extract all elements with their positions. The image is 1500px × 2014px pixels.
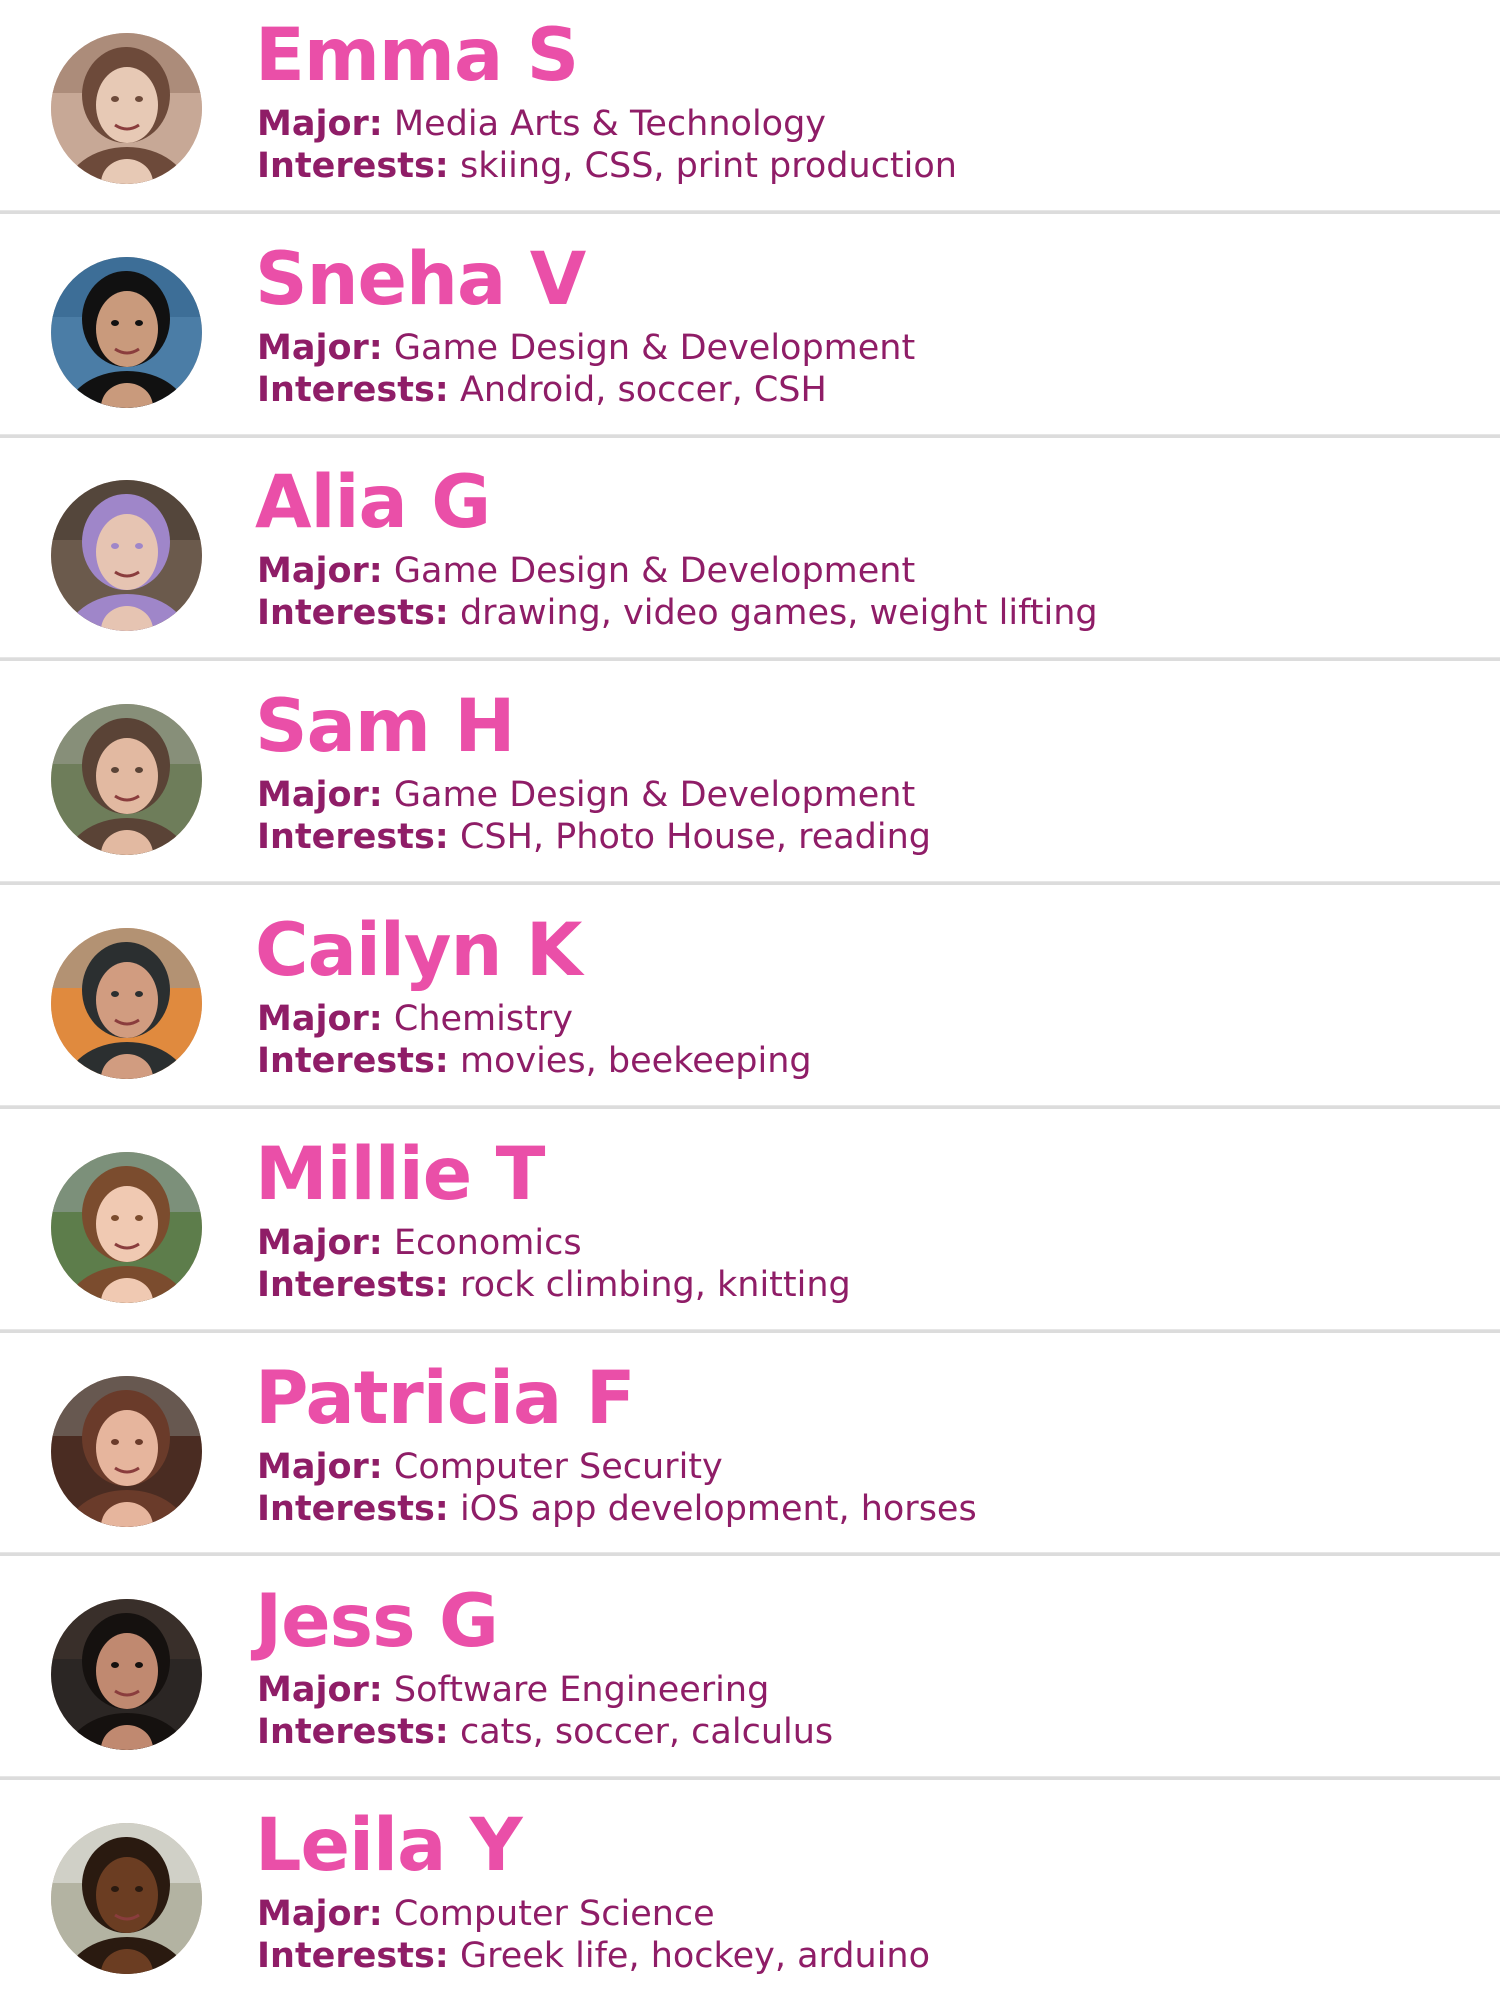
- interests-value: skiing, CSS, print production: [459, 146, 957, 186]
- member-major: Major: Media Arts & Technology: [257, 103, 826, 145]
- interests-label: Interests:: [257, 1489, 449, 1529]
- member-card: Millie T Major: Economics Interests: rock …: [0, 1119, 1500, 1343]
- member-major: Major: Game Design & Development: [257, 327, 915, 369]
- major-label: Major:: [257, 328, 383, 368]
- member-name: Alia G: [255, 460, 491, 545]
- member-card: Emma S Major: Media Arts & Technology Inte…: [0, 0, 1500, 224]
- member-interests: Interests: iOS app development, horses: [257, 1488, 977, 1530]
- member-name: Patricia F: [255, 1356, 636, 1441]
- member-interests: Interests: drawing, video games, weight …: [257, 592, 1098, 634]
- member-name: Leila Y: [255, 1803, 523, 1888]
- member-name: Sam H: [255, 684, 515, 769]
- interests-label: Interests:: [257, 146, 449, 186]
- member-card: Alia G Major: Game Design & Development In…: [0, 447, 1500, 671]
- portrait-photo-icon: [51, 1823, 202, 1974]
- member-card: Patricia F Major: Computer Security Intere…: [0, 1343, 1500, 1567]
- avatar: [51, 1823, 202, 1974]
- interests-value: Android, soccer, CSH: [459, 370, 827, 410]
- major-value: Software Engineering: [393, 1670, 770, 1710]
- member-card: Jess G Major: Software Engineering Interes…: [0, 1566, 1500, 1790]
- row-divider: [0, 434, 1500, 438]
- portrait-photo-icon: [51, 1599, 202, 1750]
- avatar: [51, 257, 202, 408]
- major-label: Major:: [257, 1447, 383, 1487]
- interests-label: Interests:: [257, 1265, 449, 1305]
- interests-value: Greek life, hockey, arduino: [459, 1936, 931, 1976]
- member-name: Sneha V: [255, 237, 586, 322]
- member-major: Major: Software Engineering: [257, 1669, 769, 1711]
- major-label: Major:: [257, 551, 383, 591]
- member-roster: Emma S Major: Media Arts & Technology Inte…: [0, 0, 1500, 1996]
- portrait-photo-icon: [51, 480, 202, 631]
- interests-value: cats, soccer, calculus: [459, 1712, 834, 1752]
- row-divider: [0, 881, 1500, 885]
- member-name: Cailyn K: [255, 908, 582, 993]
- member-interests: Interests: Greek life, hockey, arduino: [257, 1935, 930, 1977]
- member-major: Major: Game Design & Development: [257, 550, 915, 592]
- major-value: Economics: [393, 1223, 582, 1263]
- major-label: Major:: [257, 1670, 383, 1710]
- major-value: Computer Security: [393, 1447, 723, 1487]
- member-name: Millie T: [255, 1132, 545, 1217]
- row-divider: [0, 1776, 1500, 1780]
- major-value: Media Arts & Technology: [393, 104, 827, 144]
- member-card: Leila Y Major: Computer Science Interests:…: [0, 1790, 1500, 2014]
- member-major: Major: Economics: [257, 1222, 582, 1264]
- avatar: [51, 1152, 202, 1303]
- portrait-photo-icon: [51, 33, 202, 184]
- avatar: [51, 33, 202, 184]
- interests-value: drawing, video games, weight lifting: [459, 593, 1098, 633]
- avatar: [51, 1376, 202, 1527]
- major-value: Game Design & Development: [393, 328, 916, 368]
- major-value: Computer Science: [393, 1894, 715, 1934]
- interests-label: Interests:: [257, 593, 449, 633]
- member-name: Emma S: [255, 13, 579, 98]
- row-divider: [0, 1552, 1500, 1556]
- member-major: Major: Chemistry: [257, 998, 573, 1040]
- major-label: Major:: [257, 999, 383, 1039]
- row-divider: [0, 657, 1500, 661]
- row-divider: [0, 1329, 1500, 1333]
- member-name: Jess G: [255, 1579, 499, 1664]
- major-value: Chemistry: [393, 999, 573, 1039]
- major-label: Major:: [257, 104, 383, 144]
- member-interests: Interests: skiing, CSS, print production: [257, 145, 957, 187]
- major-label: Major:: [257, 1223, 383, 1263]
- member-interests: Interests: CSH, Photo House, reading: [257, 816, 931, 858]
- interests-label: Interests:: [257, 1712, 449, 1752]
- interests-value: iOS app development, horses: [459, 1489, 977, 1529]
- interests-label: Interests:: [257, 1041, 449, 1081]
- interests-label: Interests:: [257, 1936, 449, 1976]
- row-divider: [0, 1105, 1500, 1109]
- portrait-photo-icon: [51, 704, 202, 855]
- major-value: Game Design & Development: [393, 775, 916, 815]
- portrait-photo-icon: [51, 1152, 202, 1303]
- row-divider: [0, 210, 1500, 214]
- member-interests: Interests: cats, soccer, calculus: [257, 1711, 833, 1753]
- major-label: Major:: [257, 1894, 383, 1934]
- member-interests: Interests: rock climbing, knitting: [257, 1264, 851, 1306]
- member-card: Cailyn K Major: Chemistry Interests: movie…: [0, 895, 1500, 1119]
- member-card: Sam H Major: Game Design & Development Int…: [0, 671, 1500, 895]
- member-interests: Interests: movies, beekeeping: [257, 1040, 812, 1082]
- avatar: [51, 480, 202, 631]
- interests-label: Interests:: [257, 817, 449, 857]
- member-major: Major: Computer Science: [257, 1893, 715, 1935]
- avatar: [51, 928, 202, 1079]
- major-value: Game Design & Development: [393, 551, 916, 591]
- portrait-photo-icon: [51, 928, 202, 1079]
- member-major: Major: Game Design & Development: [257, 774, 915, 816]
- major-label: Major:: [257, 775, 383, 815]
- member-major: Major: Computer Security: [257, 1446, 723, 1488]
- member-card: Sneha V Major: Game Design & Development I…: [0, 224, 1500, 448]
- interests-value: CSH, Photo House, reading: [459, 817, 932, 857]
- portrait-photo-icon: [51, 1376, 202, 1527]
- interests-label: Interests:: [257, 370, 449, 410]
- avatar: [51, 704, 202, 855]
- interests-value: rock climbing, knitting: [459, 1265, 851, 1305]
- interests-value: movies, beekeeping: [459, 1041, 812, 1081]
- member-interests: Interests: Android, soccer, CSH: [257, 369, 827, 411]
- portrait-photo-icon: [51, 257, 202, 408]
- avatar: [51, 1599, 202, 1750]
